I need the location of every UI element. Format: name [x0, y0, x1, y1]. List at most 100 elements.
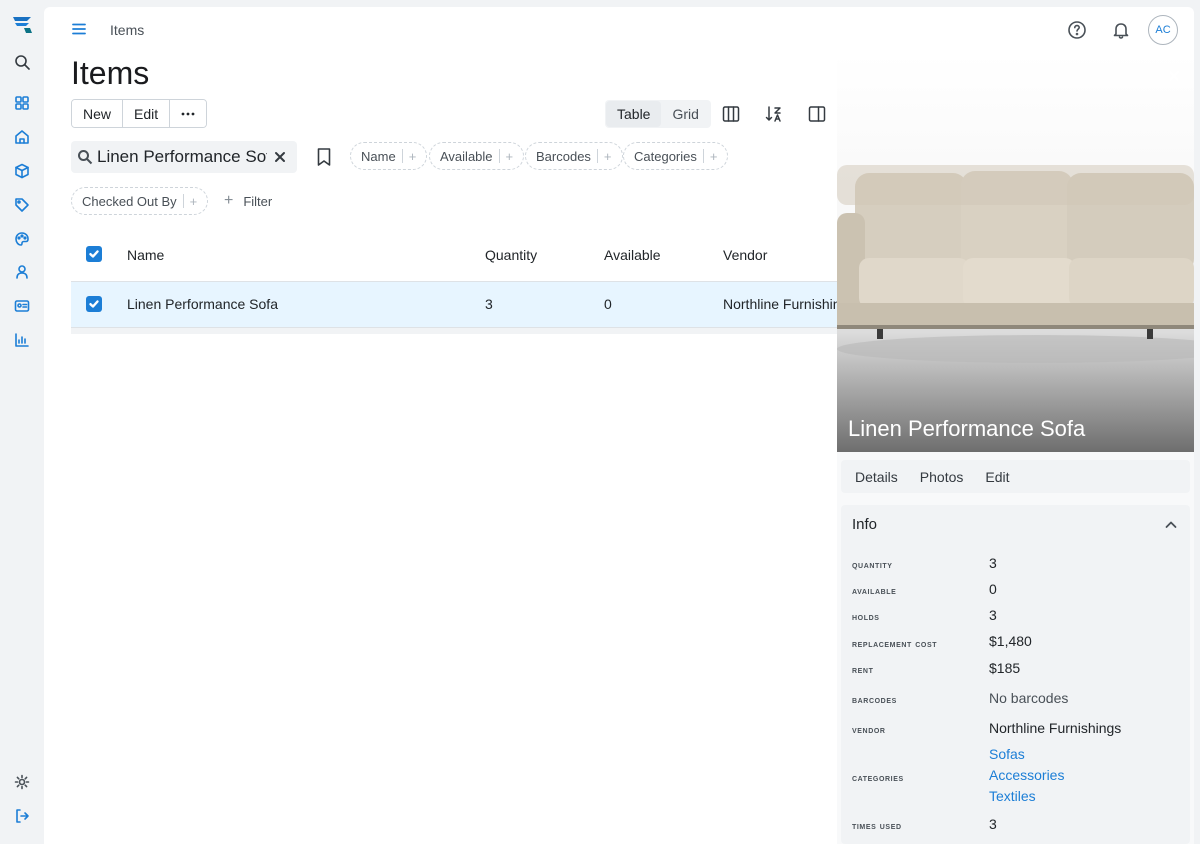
view-table-button[interactable]: Table — [606, 101, 662, 127]
detail-title: Linen Performance Sofa — [848, 416, 1086, 441]
field-value-vendor: Northline Furnishings — [989, 720, 1122, 736]
search-icon[interactable] — [12, 52, 32, 72]
bell-icon[interactable] — [1111, 20, 1131, 40]
search-icon — [77, 149, 93, 165]
tab-edit[interactable]: Edit — [974, 469, 1020, 485]
cell-quantity: 3 — [485, 296, 493, 312]
cell-vendor: Northline Furnishings — [723, 296, 856, 312]
home-icon[interactable] — [12, 127, 32, 147]
info-section: Info Quantity 3 Available 0 Holds 3 Repl… — [841, 505, 1190, 844]
item-photo: Linen Performance Sofa — [837, 53, 1194, 452]
field-label-vendor: Vendor — [852, 725, 886, 736]
plus-icon: + — [189, 193, 198, 209]
new-button[interactable]: New — [72, 100, 124, 127]
row-checkbox[interactable] — [86, 296, 102, 312]
view-mode-toggle: Table Grid — [605, 100, 711, 128]
search-box — [71, 141, 297, 173]
page-title: Items — [71, 55, 150, 91]
column-header-available[interactable]: Available — [604, 247, 661, 263]
field-value-rent: $185 — [989, 660, 1021, 676]
tab-photos[interactable]: Photos — [909, 469, 975, 485]
table-footer-divider — [71, 328, 871, 334]
chip-label: Checked Out By — [82, 193, 177, 209]
palette-icon[interactable] — [12, 229, 32, 249]
plus-icon: + — [603, 148, 612, 164]
logout-icon[interactable] — [12, 806, 32, 826]
cell-name: Linen Performance Sofa — [127, 296, 278, 312]
field-value-quantity: 3 — [989, 555, 997, 571]
cell-available: 0 — [604, 296, 612, 312]
help-icon[interactable] — [1067, 20, 1087, 40]
gear-icon[interactable] — [12, 772, 32, 792]
field-value-holds: 3 — [989, 607, 997, 623]
chip-label: Name — [361, 148, 396, 164]
column-header-quantity[interactable]: Quantity — [485, 247, 537, 263]
info-section-title[interactable]: Info — [852, 516, 877, 533]
field-value-times-used: 3 — [989, 816, 997, 832]
plus-icon: + — [709, 148, 718, 164]
search-input[interactable] — [97, 145, 267, 169]
category-link-textiles[interactable]: Textiles — [989, 788, 1036, 804]
chip-label: Barcodes — [536, 148, 591, 164]
chart-icon[interactable] — [12, 330, 32, 350]
main-card: Items AC Items New Edit Table Grid Linen… — [44, 7, 1194, 844]
menu-icon[interactable] — [70, 20, 88, 38]
top-bar: Items AC — [44, 7, 1194, 53]
field-label-replacement-cost: Replacement cost — [852, 639, 938, 650]
sort-icon[interactable] — [764, 104, 784, 124]
action-button-group: New Edit — [71, 99, 208, 128]
field-value-replacement-cost: $1,480 — [989, 633, 1032, 649]
column-header-vendor[interactable]: Vendor — [723, 247, 767, 263]
filter-button[interactable]: + Filter — [224, 192, 273, 209]
close-panel-icon[interactable] — [1167, 69, 1181, 83]
field-label-holds: Holds — [852, 612, 880, 623]
filter-label: Filter — [243, 193, 273, 209]
category-link-accessories[interactable]: Accessories — [989, 767, 1064, 783]
box-icon[interactable] — [12, 161, 32, 181]
plus-icon: + — [505, 148, 514, 164]
field-value-available: 0 — [989, 581, 997, 597]
more-dots-icon — [181, 112, 195, 115]
bookmark-icon[interactable] — [316, 147, 332, 167]
left-rail — [0, 0, 44, 844]
clear-search-icon[interactable] — [272, 149, 288, 165]
breadcrumb[interactable]: Items — [110, 22, 144, 38]
filter-chip-available[interactable]: Available + — [429, 142, 525, 170]
side-panel-icon[interactable] — [807, 104, 827, 124]
column-header-name[interactable]: Name — [127, 247, 164, 263]
avatar[interactable]: AC — [1148, 15, 1178, 45]
field-label-rent: Rent — [852, 665, 874, 676]
view-grid-button[interactable]: Grid — [661, 101, 709, 127]
detail-panel: Linen Performance Sofa Details Photos Ed… — [837, 53, 1194, 844]
table-row[interactable]: Linen Performance Sofa 3 0 Northline Fur… — [71, 281, 871, 328]
dashboard-icon[interactable] — [12, 93, 32, 113]
user-icon[interactable] — [12, 262, 32, 282]
plus-icon: + — [224, 192, 234, 209]
filter-chip-barcodes[interactable]: Barcodes + — [525, 142, 623, 170]
field-label-categories: Categories — [852, 773, 904, 784]
edit-button[interactable]: Edit — [123, 100, 171, 127]
field-label-barcodes: Barcodes — [852, 695, 897, 706]
filter-chip-checked-out-by[interactable]: Checked Out By + — [71, 187, 209, 215]
chip-label: Available — [440, 148, 493, 164]
filter-chip-categories[interactable]: Categories + — [623, 142, 729, 170]
id-card-icon[interactable] — [12, 296, 32, 316]
detail-tabs: Details Photos Edit — [841, 460, 1190, 493]
field-label-times-used: Times used — [852, 821, 902, 832]
chip-label: Categories — [634, 148, 697, 164]
columns-icon[interactable] — [721, 104, 741, 124]
field-label-quantity: Quantity — [852, 560, 893, 571]
plus-icon: + — [408, 148, 417, 164]
select-all-checkbox[interactable] — [86, 246, 102, 262]
table-header: Name Quantity Available Vendor — [71, 231, 871, 281]
category-link-sofas[interactable]: Sofas — [989, 746, 1025, 762]
tag-icon[interactable] — [12, 195, 32, 215]
app-logo-icon[interactable] — [10, 12, 34, 36]
field-label-available: Available — [852, 586, 897, 597]
sofa-image — [837, 165, 1194, 363]
filter-chip-name[interactable]: Name + — [350, 142, 428, 170]
more-actions-button[interactable] — [170, 100, 207, 127]
chevron-up-icon[interactable] — [1163, 517, 1179, 533]
field-value-barcodes: No barcodes — [989, 690, 1069, 706]
tab-details[interactable]: Details — [844, 469, 909, 485]
